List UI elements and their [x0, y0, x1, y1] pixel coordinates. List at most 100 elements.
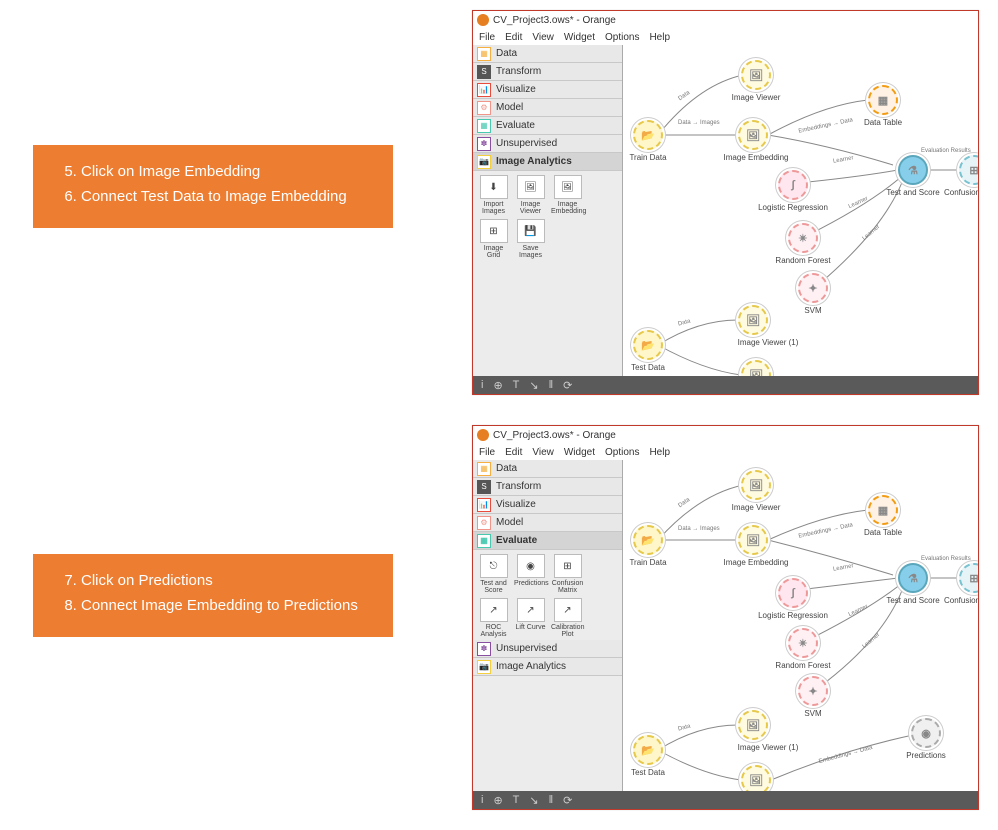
cat-unsupervised[interactable]: ✽Unsupervised — [473, 640, 622, 658]
grid-icon: ▦ — [477, 47, 491, 61]
cat-transform[interactable]: STransform — [473, 63, 622, 81]
node-train-data[interactable]: 📂 — [633, 525, 663, 555]
node-image-viewer[interactable]: 🖼 — [741, 60, 771, 90]
menu-options[interactable]: Options — [605, 32, 639, 43]
target-icon: ◉ — [517, 554, 545, 578]
workflow-canvas[interactable]: 📂 Train Data Data Data → Images 🖼 Image … — [623, 460, 978, 809]
instruction-item: Click on Image Embedding — [81, 161, 375, 184]
tool-save-images[interactable]: 💾 Save Images — [514, 219, 547, 259]
menu-view[interactable]: View — [532, 447, 554, 458]
curve-icon: ↗ — [517, 598, 545, 622]
menubar[interactable]: File Edit View Widget Options Help — [473, 444, 978, 460]
tool-confusion-matrix[interactable]: ⊞Confusion Matrix — [551, 554, 584, 594]
grid-icon: ⊞ — [480, 219, 508, 243]
tool-predictions[interactable]: ◉ Predictions — [514, 554, 547, 594]
tool-label: Test and Score — [480, 580, 506, 594]
node-random-forest[interactable]: ✴ — [788, 223, 818, 253]
tool-label: Predictions — [514, 580, 549, 587]
node-image-embedding[interactable]: 🖼 — [738, 525, 768, 555]
node-label: Test Data — [631, 363, 665, 372]
cat-unsupervised[interactable]: ✽Unsupervised — [473, 135, 622, 153]
tool-import-images[interactable]: ⬇Import Images — [477, 175, 510, 215]
cat-image-analytics[interactable]: 📷Image Analytics — [473, 153, 622, 171]
grid-icon: ⊞ — [554, 554, 582, 578]
tool-label: Image Grid — [484, 245, 503, 259]
workflow-canvas[interactable]: 📂 Train Data Data Data → Images 🖼 Image … — [623, 45, 978, 394]
curve-icon: ↗ — [554, 598, 582, 622]
image-icon: 🖼 — [554, 175, 582, 199]
node-image-viewer[interactable]: 🖼 — [741, 470, 771, 500]
node-predictions[interactable]: ◉ — [911, 718, 941, 748]
cat-image-analytics[interactable]: 📷Image Analytics — [473, 658, 622, 676]
gear-icon: ⚙ — [477, 101, 491, 115]
cat-label: Model — [496, 102, 523, 113]
node-svm[interactable]: ✦ — [798, 273, 828, 303]
menu-view[interactable]: View — [532, 32, 554, 43]
menu-widget[interactable]: Widget — [564, 447, 595, 458]
footer-icon: ‖ — [549, 794, 554, 806]
menu-widget[interactable]: Widget — [564, 32, 595, 43]
tool-test-and-score[interactable]: ⎋Test and Score — [477, 554, 510, 594]
node-label: Test and Score — [886, 596, 939, 605]
tool-label: Save Images — [519, 245, 542, 259]
node-label: Confusion Matrix — [944, 188, 978, 197]
cat-label: Evaluate — [496, 120, 535, 131]
node-test-and-score[interactable]: ⚗ — [898, 563, 928, 593]
cat-evaluate[interactable]: ▦Evaluate — [473, 532, 622, 550]
tool-image-embedding[interactable]: 🖼Image Embedding — [551, 175, 584, 215]
node-logistic-regression[interactable]: ∫ — [778, 170, 808, 200]
menu-options[interactable]: Options — [605, 447, 639, 458]
tool-lift-curve[interactable]: ↗Lift Curve — [514, 598, 547, 638]
tool-calibration-plot[interactable]: ↗ Calibration Plot — [551, 598, 584, 638]
node-random-forest[interactable]: ✴ — [788, 628, 818, 658]
menu-edit[interactable]: Edit — [505, 447, 522, 458]
tool-image-viewer[interactable]: 🖼Image Viewer — [514, 175, 547, 215]
menu-edit[interactable]: Edit — [505, 32, 522, 43]
menubar[interactable]: File Edit View Widget Options Help — [473, 29, 978, 45]
node-logistic-regression[interactable]: ∫ — [778, 578, 808, 608]
menu-help[interactable]: Help — [649, 32, 670, 43]
node-label: Image Viewer (1) — [738, 338, 799, 347]
node-label: Data Table — [864, 528, 902, 537]
node-test-and-score[interactable]: ⚗ — [898, 155, 928, 185]
node-image-viewer-1[interactable]: 🖼 — [738, 305, 768, 335]
curve-icon: ↗ — [480, 598, 508, 622]
menu-help[interactable]: Help — [649, 447, 670, 458]
node-label: Image Embedding — [724, 558, 789, 567]
node-test-data[interactable]: 📂 — [633, 330, 663, 360]
cat-label: Visualize — [496, 499, 536, 510]
node-svm[interactable]: ✦ — [798, 676, 828, 706]
cat-label: Evaluate — [496, 535, 537, 546]
node-train-data[interactable]: 📂 — [633, 120, 663, 150]
footer-icon: ↘ — [529, 379, 538, 392]
link-label: Evaluation Results — [921, 148, 971, 154]
node-image-viewer-1[interactable]: 🖼 — [738, 710, 768, 740]
cat-data[interactable]: ▦Data — [473, 45, 622, 63]
tool-label: Calibration Plot — [551, 624, 584, 638]
instruction-item: Connect Image Embedding to Predictions — [81, 595, 375, 618]
footer-icon: T — [513, 379, 520, 391]
cat-data[interactable]: ▦Data — [473, 460, 622, 478]
tool-roc-analysis[interactable]: ↗ROC Analysis — [477, 598, 510, 638]
tool-image-grid[interactable]: ⊞ Image Grid — [477, 219, 510, 259]
cat-visualize[interactable]: 📊Visualize — [473, 496, 622, 514]
footer-icon: ⊕ — [493, 794, 502, 807]
node-test-data[interactable]: 📂 — [633, 735, 663, 765]
gear-icon: ⚙ — [477, 516, 491, 530]
menu-file[interactable]: File — [479, 32, 495, 43]
node-label: SVM — [804, 709, 821, 718]
menu-file[interactable]: File — [479, 447, 495, 458]
node-label: Random Forest — [775, 256, 830, 265]
cat-evaluate[interactable]: ▦Evaluate — [473, 117, 622, 135]
chart-icon: 📊 — [477, 83, 491, 97]
node-data-table[interactable]: ▦ — [868, 85, 898, 115]
node-image-embedding[interactable]: 🖼 — [738, 120, 768, 150]
titlebar: CV_Project3.ows* - Orange — [473, 11, 978, 29]
save-icon: 💾 — [517, 219, 545, 243]
cat-model[interactable]: ⚙Model — [473, 514, 622, 532]
cat-visualize[interactable]: 📊Visualize — [473, 81, 622, 99]
node-label: Train Data — [629, 558, 666, 567]
cat-transform[interactable]: STransform — [473, 478, 622, 496]
cat-model[interactable]: ⚙ Model — [473, 99, 622, 117]
node-data-table[interactable]: ▦ — [868, 495, 898, 525]
